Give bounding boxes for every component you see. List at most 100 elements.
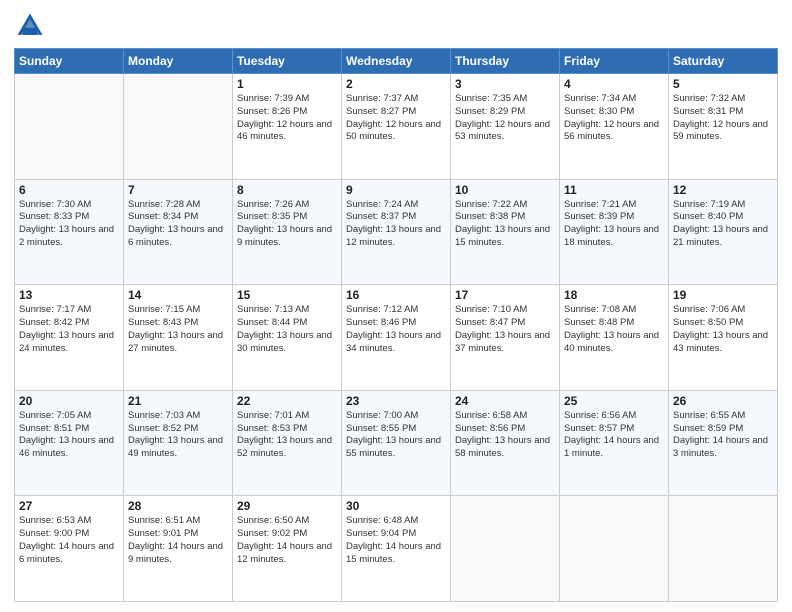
calendar-week-row: 6 Sunrise: 7:30 AMSunset: 8:33 PMDaylight… [15,179,778,285]
day-number: 4 [564,77,664,91]
day-number: 5 [673,77,773,91]
day-info: Sunrise: 7:28 AMSunset: 8:34 PMDaylight:… [128,199,228,250]
logo-icon [14,10,46,42]
day-info: Sunrise: 7:01 AMSunset: 8:53 PMDaylight:… [237,410,337,461]
day-number: 17 [455,288,555,302]
day-info: Sunrise: 7:39 AMSunset: 8:26 PMDaylight:… [237,93,337,144]
header-thursday: Thursday [451,49,560,74]
calendar-week-row: 27 Sunrise: 6:53 AMSunset: 9:00 PMDayligh… [15,496,778,602]
calendar-week-row: 13Sunrise: 7:17 AMSunset: 8:42 PMDayligh… [15,285,778,391]
day-info: Sunrise: 6:51 AMSunset: 9:01 PMDaylight:… [128,515,228,566]
day-info: Sunrise: 6:50 AMSunset: 9:02 PMDaylight:… [237,515,337,566]
calendar-cell: 29 Sunrise: 6:50 AMSunset: 9:02 PMDayligh… [233,496,342,602]
day-info: Sunrise: 7:19 AMSunset: 8:40 PMDaylight:… [673,199,773,250]
calendar-cell: 2 Sunrise: 7:37 AMSunset: 8:27 PMDaylight… [342,74,451,180]
day-number: 9 [346,183,446,197]
day-number: 8 [237,183,337,197]
day-info: Sunrise: 6:48 AMSunset: 9:04 PMDaylight:… [346,515,446,566]
calendar-table: Sunday Monday Tuesday Wednesday Thursday… [14,48,778,602]
calendar-cell: 16 Sunrise: 7:12 AMSunset: 8:46 PMDayligh… [342,285,451,391]
calendar-cell: 21Sunrise: 7:03 AMSunset: 8:52 PMDayligh… [124,390,233,496]
day-number: 19 [673,288,773,302]
header-wednesday: Wednesday [342,49,451,74]
calendar-cell: 6 Sunrise: 7:30 AMSunset: 8:33 PMDaylight… [15,179,124,285]
calendar-week-row: 1Sunrise: 7:39 AMSunset: 8:26 PMDaylight… [15,74,778,180]
page: Sunday Monday Tuesday Wednesday Thursday… [0,0,792,612]
day-info: Sunrise: 7:00 AMSunset: 8:55 PMDaylight:… [346,410,446,461]
calendar-cell: 22Sunrise: 7:01 AMSunset: 8:53 PMDayligh… [233,390,342,496]
day-number: 18 [564,288,664,302]
calendar-cell: 5 Sunrise: 7:32 AMSunset: 8:31 PMDaylight… [669,74,778,180]
day-number: 12 [673,183,773,197]
header-sunday: Sunday [15,49,124,74]
day-info: Sunrise: 7:08 AMSunset: 8:48 PMDaylight:… [564,304,664,355]
calendar-cell: 27 Sunrise: 6:53 AMSunset: 9:00 PMDayligh… [15,496,124,602]
day-number: 27 [19,499,119,513]
day-info: Sunrise: 7:15 AMSunset: 8:43 PMDaylight:… [128,304,228,355]
calendar-cell: 4 Sunrise: 7:34 AMSunset: 8:30 PMDaylight… [560,74,669,180]
calendar-cell: 17 Sunrise: 7:10 AMSunset: 8:47 PMDayligh… [451,285,560,391]
day-info: Sunrise: 6:58 AMSunset: 8:56 PMDaylight:… [455,410,555,461]
day-number: 2 [346,77,446,91]
day-number: 7 [128,183,228,197]
day-number: 6 [19,183,119,197]
day-info: Sunrise: 7:10 AMSunset: 8:47 PMDaylight:… [455,304,555,355]
calendar-cell: 20Sunrise: 7:05 AMSunset: 8:51 PMDayligh… [15,390,124,496]
header-monday: Monday [124,49,233,74]
calendar-cell: 30 Sunrise: 6:48 AMSunset: 9:04 PMDayligh… [342,496,451,602]
calendar-cell: 19 Sunrise: 7:06 AMSunset: 8:50 PMDayligh… [669,285,778,391]
day-info: Sunrise: 7:12 AMSunset: 8:46 PMDaylight:… [346,304,446,355]
day-info: Sunrise: 7:37 AMSunset: 8:27 PMDaylight:… [346,93,446,144]
day-number: 15 [237,288,337,302]
calendar-cell [451,496,560,602]
header-tuesday: Tuesday [233,49,342,74]
header-saturday: Saturday [669,49,778,74]
calendar-cell [560,496,669,602]
day-number: 26 [673,394,773,408]
day-number: 10 [455,183,555,197]
day-number: 3 [455,77,555,91]
day-number: 11 [564,183,664,197]
header-friday: Friday [560,49,669,74]
calendar-cell [124,74,233,180]
day-info: Sunrise: 6:53 AMSunset: 9:00 PMDaylight:… [19,515,119,566]
day-number: 16 [346,288,446,302]
calendar-week-row: 20Sunrise: 7:05 AMSunset: 8:51 PMDayligh… [15,390,778,496]
day-info: Sunrise: 7:22 AMSunset: 8:38 PMDaylight:… [455,199,555,250]
day-info: Sunrise: 7:05 AMSunset: 8:51 PMDaylight:… [19,410,119,461]
header [14,10,778,42]
weekday-header-row: Sunday Monday Tuesday Wednesday Thursday… [15,49,778,74]
day-number: 23 [346,394,446,408]
calendar-cell: 14Sunrise: 7:15 AMSunset: 8:43 PMDayligh… [124,285,233,391]
day-info: Sunrise: 7:06 AMSunset: 8:50 PMDaylight:… [673,304,773,355]
day-number: 21 [128,394,228,408]
day-number: 24 [455,394,555,408]
calendar-cell: 9 Sunrise: 7:24 AMSunset: 8:37 PMDaylight… [342,179,451,285]
calendar-cell: 25 Sunrise: 6:56 AMSunset: 8:57 PMDayligh… [560,390,669,496]
day-info: Sunrise: 7:13 AMSunset: 8:44 PMDaylight:… [237,304,337,355]
day-info: Sunrise: 7:21 AMSunset: 8:39 PMDaylight:… [564,199,664,250]
day-info: Sunrise: 7:32 AMSunset: 8:31 PMDaylight:… [673,93,773,144]
day-info: Sunrise: 7:26 AMSunset: 8:35 PMDaylight:… [237,199,337,250]
day-info: Sunrise: 7:24 AMSunset: 8:37 PMDaylight:… [346,199,446,250]
calendar-cell: 10 Sunrise: 7:22 AMSunset: 8:38 PMDayligh… [451,179,560,285]
logo [14,10,50,42]
day-number: 28 [128,499,228,513]
calendar-cell: 3Sunrise: 7:35 AMSunset: 8:29 PMDaylight… [451,74,560,180]
calendar-cell: 12 Sunrise: 7:19 AMSunset: 8:40 PMDayligh… [669,179,778,285]
calendar-cell: 28 Sunrise: 6:51 AMSunset: 9:01 PMDayligh… [124,496,233,602]
calendar-cell [15,74,124,180]
day-info: Sunrise: 6:55 AMSunset: 8:59 PMDaylight:… [673,410,773,461]
day-info: Sunrise: 6:56 AMSunset: 8:57 PMDaylight:… [564,410,664,461]
calendar-cell: 13Sunrise: 7:17 AMSunset: 8:42 PMDayligh… [15,285,124,391]
calendar-cell: 15 Sunrise: 7:13 AMSunset: 8:44 PMDayligh… [233,285,342,391]
day-number: 25 [564,394,664,408]
calendar-cell: 23 Sunrise: 7:00 AMSunset: 8:55 PMDayligh… [342,390,451,496]
calendar-cell: 11 Sunrise: 7:21 AMSunset: 8:39 PMDayligh… [560,179,669,285]
day-info: Sunrise: 7:17 AMSunset: 8:42 PMDaylight:… [19,304,119,355]
day-number: 29 [237,499,337,513]
day-info: Sunrise: 7:34 AMSunset: 8:30 PMDaylight:… [564,93,664,144]
day-info: Sunrise: 7:30 AMSunset: 8:33 PMDaylight:… [19,199,119,250]
day-number: 30 [346,499,446,513]
calendar-cell: 1Sunrise: 7:39 AMSunset: 8:26 PMDaylight… [233,74,342,180]
